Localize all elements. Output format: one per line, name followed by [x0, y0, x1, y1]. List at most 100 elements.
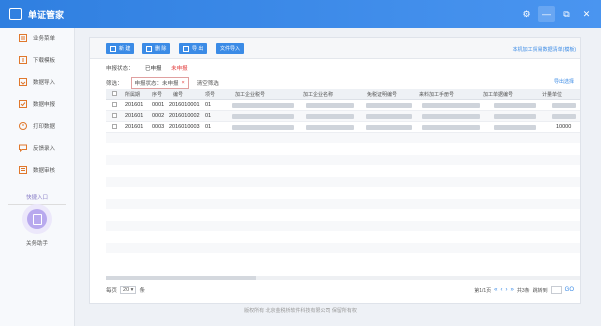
- sidebar-item-label: 数据导入: [33, 80, 56, 86]
- quick-entry-label: 快捷入口: [25, 195, 48, 201]
- scrollbar-thumb[interactable]: [106, 276, 256, 280]
- column-header[interactable]: 加工单据编号: [483, 91, 513, 98]
- filter-row: 筛选： 申报状态：未申报 × 清空筛选: [106, 77, 219, 89]
- pagination: 第1/1页 « ‹ › » 共3条 跳转到 GO: [474, 286, 574, 294]
- last-page-icon[interactable]: »: [511, 287, 514, 293]
- redacted-cell: [422, 125, 480, 130]
- cell-seq: 0002: [152, 113, 165, 119]
- empty-row: [106, 155, 580, 165]
- status-declared-tab[interactable]: 已申报: [145, 66, 162, 72]
- page-size-control: 每页 20 ▾ 条: [106, 286, 145, 294]
- filter-chip: 申报状态：未申报 ×: [130, 77, 189, 89]
- main-panel: 新 建 删 除 导 出 文件导入 本机加工贸易数据清单(模板) 申报状态： 已申…: [89, 37, 581, 304]
- table-row[interactable]: 201601 0002 2016010002 01: [106, 111, 580, 122]
- status-label: 申报状态：: [106, 66, 134, 72]
- page-jump-input[interactable]: [550, 286, 562, 294]
- horizontal-scrollbar[interactable]: [106, 276, 580, 280]
- redacted-cell: [366, 114, 412, 119]
- quick-assistant-label: 关务助手: [25, 241, 48, 247]
- redacted-cell: [422, 114, 480, 119]
- record-count: 共3条: [516, 287, 530, 294]
- export-selection-link[interactable]: 导出选择: [554, 78, 574, 85]
- app-logo-icon: [9, 8, 22, 20]
- toolbar: 新 建 删 除 导 出 文件导入 本机加工贸易数据清单(模板): [90, 38, 580, 59]
- column-header[interactable]: 所属期: [125, 91, 140, 98]
- row-checkbox[interactable]: [112, 102, 117, 107]
- column-header[interactable]: 来料加工手册号: [419, 91, 454, 98]
- page-size-select[interactable]: 20 ▾: [120, 286, 137, 294]
- export-button[interactable]: 导 出: [179, 43, 208, 54]
- per-page-unit: 条: [139, 288, 145, 294]
- document-icon: [32, 213, 42, 225]
- sidebar-item-menu[interactable]: 业务菜单: [0, 28, 74, 48]
- redacted-cell: [552, 103, 576, 108]
- restore-icon[interactable]: ⧉: [558, 6, 575, 22]
- cell-unit: 10000: [556, 124, 572, 130]
- row-checkbox[interactable]: [112, 113, 117, 118]
- redacted-cell: [232, 125, 294, 130]
- column-header[interactable]: 编号: [173, 91, 183, 98]
- empty-row: [106, 232, 580, 242]
- sidebar-item-download[interactable]: 下载模板: [0, 50, 74, 70]
- column-header[interactable]: 加工企业名称: [303, 91, 333, 98]
- sidebar-item-label: 下载模板: [33, 58, 56, 64]
- sidebar: 业务菜单 下载模板 数据导入 数据申报 打印数据 反馈录入 数据审核 快捷入口 …: [0, 28, 75, 326]
- export-icon: [183, 45, 189, 52]
- table-row[interactable]: 201601 0001 2016010001 01: [106, 100, 580, 111]
- trash-icon: [146, 45, 152, 52]
- first-page-icon[interactable]: «: [494, 287, 497, 293]
- quick-assistant-inner: [27, 209, 47, 229]
- select-all-checkbox[interactable]: [112, 91, 117, 96]
- column-header[interactable]: 计量单位: [542, 91, 562, 98]
- close-icon[interactable]: ✕: [578, 6, 595, 22]
- sidebar-item-print[interactable]: 打印数据: [0, 116, 74, 136]
- redacted-cell: [232, 114, 294, 119]
- column-header[interactable]: 免税证明编号: [367, 91, 397, 98]
- column-header[interactable]: 加工企业税号: [235, 91, 265, 98]
- empty-row: [106, 144, 580, 154]
- next-page-icon[interactable]: ›: [506, 287, 508, 293]
- status-undeclared-tab[interactable]: 未申报: [171, 66, 188, 72]
- window-controls: ⚙ — ⧉ ✕: [518, 6, 595, 22]
- redacted-cell: [366, 125, 412, 130]
- row-checkbox[interactable]: [112, 124, 117, 129]
- jump-label: 跳转到: [532, 287, 548, 294]
- sidebar-item-feedback[interactable]: 反馈录入: [0, 138, 74, 158]
- empty-row: [106, 221, 580, 231]
- file-import-button[interactable]: 文件导入: [216, 43, 245, 54]
- empty-row: [106, 210, 580, 220]
- redacted-cell: [306, 114, 354, 119]
- data-table: 所属期 序号 编号 项号 加工企业税号 加工企业名称 免税证明编号 来料加工手册…: [106, 89, 580, 271]
- empty-row: [106, 166, 580, 176]
- template-link[interactable]: 本机加工贸易数据清单(模板): [513, 46, 576, 53]
- prev-page-icon[interactable]: ‹: [501, 287, 503, 293]
- clear-filter-link[interactable]: 清空筛选: [197, 79, 219, 87]
- cell-item: 01: [205, 113, 212, 119]
- minimize-icon[interactable]: —: [538, 6, 555, 22]
- filter-chip-close-icon[interactable]: ×: [182, 80, 185, 86]
- go-button[interactable]: GO: [565, 287, 574, 293]
- table-header: 所属期 序号 编号 项号 加工企业税号 加工企业名称 免税证明编号 来料加工手册…: [106, 89, 580, 100]
- new-button[interactable]: 新 建: [106, 43, 135, 54]
- delete-button[interactable]: 删 除: [142, 43, 171, 54]
- redacted-cell: [306, 125, 354, 130]
- sidebar-item-audit[interactable]: 数据审核: [0, 160, 74, 180]
- table-row[interactable]: 201601 0003 2016010003 01 10000: [106, 122, 580, 133]
- empty-row: [106, 188, 580, 198]
- cell-period: 201601: [125, 113, 144, 119]
- download-icon: [19, 56, 27, 64]
- redacted-cell: [494, 114, 536, 119]
- empty-row: [106, 177, 580, 187]
- cell-code: 2016010003: [169, 124, 200, 130]
- column-header[interactable]: 项号: [205, 91, 215, 98]
- empty-row: [106, 254, 580, 264]
- empty-row: [106, 133, 580, 143]
- sidebar-item-label: 反馈录入: [33, 146, 56, 152]
- column-header[interactable]: 序号: [152, 91, 162, 98]
- quick-assistant-button[interactable]: [22, 204, 52, 234]
- sidebar-item-declare[interactable]: 数据申报: [0, 94, 74, 114]
- sidebar-item-import[interactable]: 数据导入: [0, 72, 74, 92]
- cell-item: 01: [205, 102, 212, 108]
- gear-icon[interactable]: ⚙: [518, 6, 535, 22]
- cell-item: 01: [205, 124, 212, 130]
